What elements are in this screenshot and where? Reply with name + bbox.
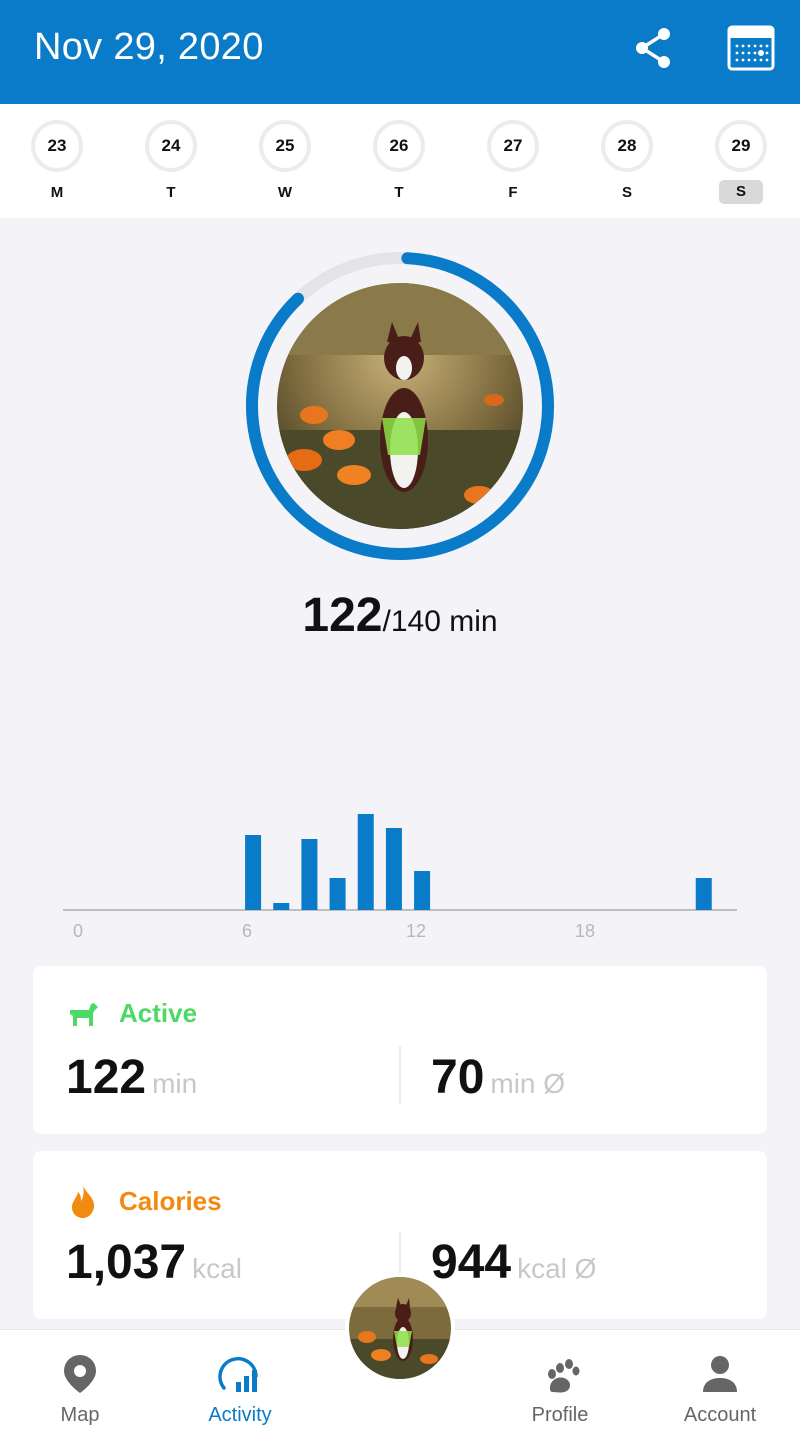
calories-average-value: 944	[431, 1236, 512, 1289]
chart-x-tick-label: 0	[73, 921, 83, 941]
paw-icon	[548, 1359, 580, 1393]
chart-x-tick-label: 18	[575, 921, 595, 941]
day-23[interactable]: 23 M	[27, 118, 87, 208]
day-letter: S	[621, 184, 632, 201]
day-date: 24	[145, 120, 197, 172]
calories-average-unit: kcal Ø	[517, 1253, 597, 1284]
dog-avatar-button[interactable]	[345, 1273, 455, 1383]
nav-map[interactable]: Map	[0, 1330, 160, 1441]
calories-label: Calories	[119, 1185, 222, 1216]
active-minutes-value: 122	[302, 589, 383, 642]
day-date: 23	[31, 120, 83, 172]
nav-activity[interactable]: Activity	[160, 1330, 320, 1441]
active-total-value: 122	[66, 1051, 147, 1104]
week-selector: 23 M 24 T 25 W 26 T 27 F 28 S 29 S	[0, 104, 800, 218]
day-date: 28	[601, 120, 653, 172]
active-average-value: 70	[431, 1051, 485, 1104]
day-28[interactable]: 28 S	[597, 118, 657, 208]
goal-target-text: /140 min	[382, 605, 498, 638]
chart-bar-hour-7	[245, 835, 262, 910]
chart-x-tick-label: 12	[406, 921, 426, 941]
share-icon[interactable]	[630, 24, 678, 72]
activity-gauge-icon	[218, 1356, 258, 1392]
activity-goal-ring	[246, 252, 554, 560]
chart-bar-hour-9	[301, 839, 318, 910]
chart-bar-hour-12	[385, 828, 402, 910]
day-letter: T	[394, 184, 404, 201]
active-average-unit: min Ø	[490, 1068, 566, 1099]
chart-bar-hour-23	[695, 878, 712, 910]
chart-bar-hour-13	[414, 871, 431, 910]
calories-total-unit: kcal	[192, 1253, 242, 1284]
day-date: 26	[373, 120, 425, 172]
active-total: 122 min	[66, 1050, 197, 1105]
calories-total: 1,037 kcal	[66, 1235, 242, 1290]
page-title: Nov 29, 2020	[34, 26, 264, 68]
active-label: Active	[119, 998, 198, 1028]
day-date: 25	[259, 120, 311, 172]
dog-walking-icon	[70, 1002, 98, 1026]
dog-photo	[277, 283, 523, 529]
day-letter: S	[719, 180, 763, 204]
nav-activity-label: Activity	[208, 1404, 272, 1426]
flame-icon	[72, 1185, 95, 1218]
day-26[interactable]: 26 T	[369, 118, 429, 208]
person-icon	[703, 1356, 737, 1392]
nav-map-label: Map	[60, 1404, 100, 1426]
divider	[399, 1046, 401, 1104]
nav-account[interactable]: Account	[640, 1330, 800, 1441]
day-25[interactable]: 25 W	[255, 118, 315, 208]
active-total-unit: min	[152, 1068, 198, 1099]
day-27[interactable]: 27 F	[483, 118, 543, 208]
active-card[interactable]: Active 122 min 70 min Ø	[33, 966, 767, 1134]
nav-account-label: Account	[683, 1404, 757, 1426]
activity-minutes-summary: 122/140 min	[0, 588, 800, 643]
day-letter: W	[277, 184, 293, 201]
day-letter: T	[166, 184, 176, 201]
day-date: 29	[715, 120, 767, 172]
chart-bar-hour-10	[329, 878, 346, 910]
chart-x-tick-label: 6	[242, 921, 252, 941]
day-letter: F	[508, 184, 518, 201]
day-24[interactable]: 24 T	[141, 118, 201, 208]
chart-bar-hour-8	[273, 903, 290, 910]
calories-total-value: 1,037	[66, 1236, 187, 1289]
app-header: Nov 29, 2020	[0, 0, 800, 104]
nav-profile[interactable]: Profile	[480, 1330, 640, 1441]
dog-avatar	[349, 1277, 451, 1379]
day-date: 27	[487, 120, 539, 172]
calories-average: 944 kcal Ø	[431, 1235, 596, 1290]
day-letter: M	[50, 184, 64, 201]
day-29-selected[interactable]: 29 S	[711, 118, 771, 208]
hourly-activity-chart: 0 6 12 18	[63, 814, 737, 941]
map-pin-icon	[64, 1355, 96, 1393]
nav-profile-label: Profile	[531, 1404, 589, 1426]
active-average: 70 min Ø	[431, 1050, 565, 1105]
chart-bar-hour-11	[357, 814, 374, 910]
calendar-icon[interactable]	[726, 24, 776, 72]
